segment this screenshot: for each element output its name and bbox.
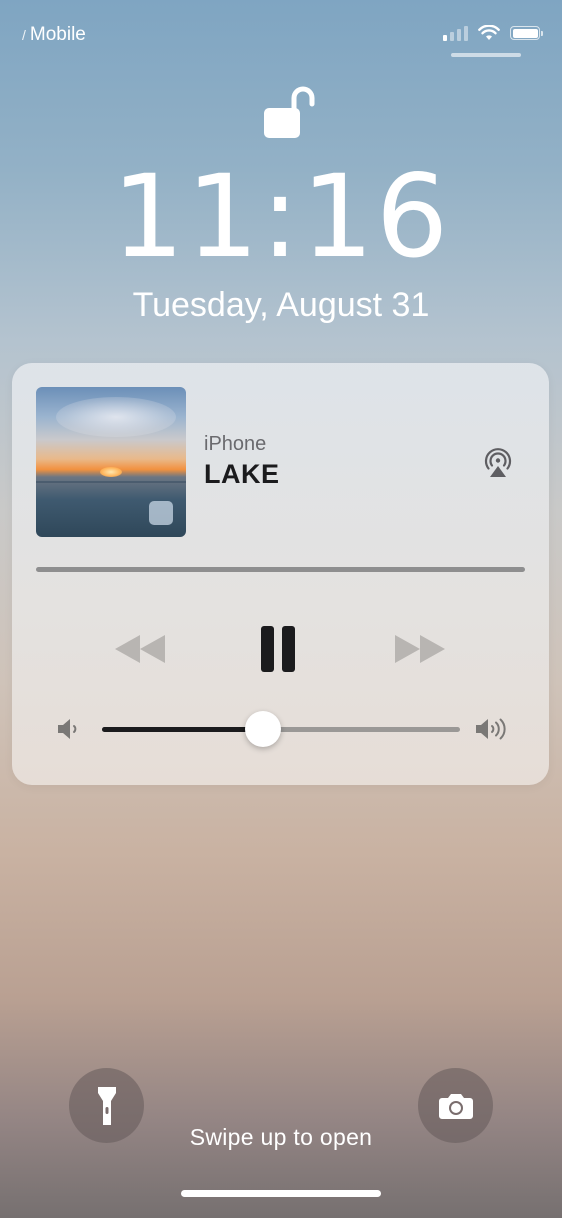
swipe-up-hint: Swipe up to open xyxy=(189,1124,373,1150)
carrier-label: Mobile xyxy=(29,24,86,45)
volume-slider-knob[interactable] xyxy=(245,711,282,747)
volume-slider-fill xyxy=(102,727,264,732)
flashlight-icon xyxy=(97,1086,116,1125)
cellular-signal-icon xyxy=(443,25,468,41)
pause-icon xyxy=(261,626,295,672)
volume-control xyxy=(12,709,549,749)
carrier: / Mobile xyxy=(22,24,86,46)
album-artwork[interactable] xyxy=(36,387,186,537)
fast-forward-icon xyxy=(395,635,445,663)
artwork-cloud xyxy=(56,397,176,437)
clock-time: 11:16 xyxy=(111,150,451,283)
home-indicator[interactable] xyxy=(181,1190,381,1197)
unlocked-padlock-icon xyxy=(264,86,315,138)
battery-fill xyxy=(512,28,538,38)
airplay-icon[interactable] xyxy=(482,447,514,479)
rewind-icon xyxy=(115,635,165,663)
artwork-sun xyxy=(100,467,122,477)
playback-progress-bar[interactable] xyxy=(36,567,525,572)
now-playing-widget[interactable]: iPhone LAKE xyxy=(12,363,549,785)
rewind-button[interactable] xyxy=(112,623,168,675)
volume-low-icon xyxy=(58,719,77,739)
control-center-indicator[interactable] xyxy=(451,53,521,57)
pause-button[interactable] xyxy=(258,623,298,675)
signal-slash-icon: / xyxy=(22,27,26,43)
status-icons xyxy=(443,25,543,41)
volume-high-icon xyxy=(476,718,506,740)
playback-source: iPhone xyxy=(204,433,267,455)
status-bar: / Mobile xyxy=(0,0,562,70)
playback-controls xyxy=(12,623,549,675)
artwork-glass xyxy=(149,501,173,525)
fast-forward-button[interactable] xyxy=(392,623,448,675)
artwork-horizon xyxy=(36,481,186,483)
battery-icon xyxy=(510,26,543,40)
wifi-icon xyxy=(478,25,500,40)
camera-icon xyxy=(438,1093,473,1119)
volume-slider[interactable] xyxy=(102,711,460,747)
track-title: LAKE xyxy=(204,459,280,489)
clock-date: Tuesday, August 31 xyxy=(132,286,430,324)
